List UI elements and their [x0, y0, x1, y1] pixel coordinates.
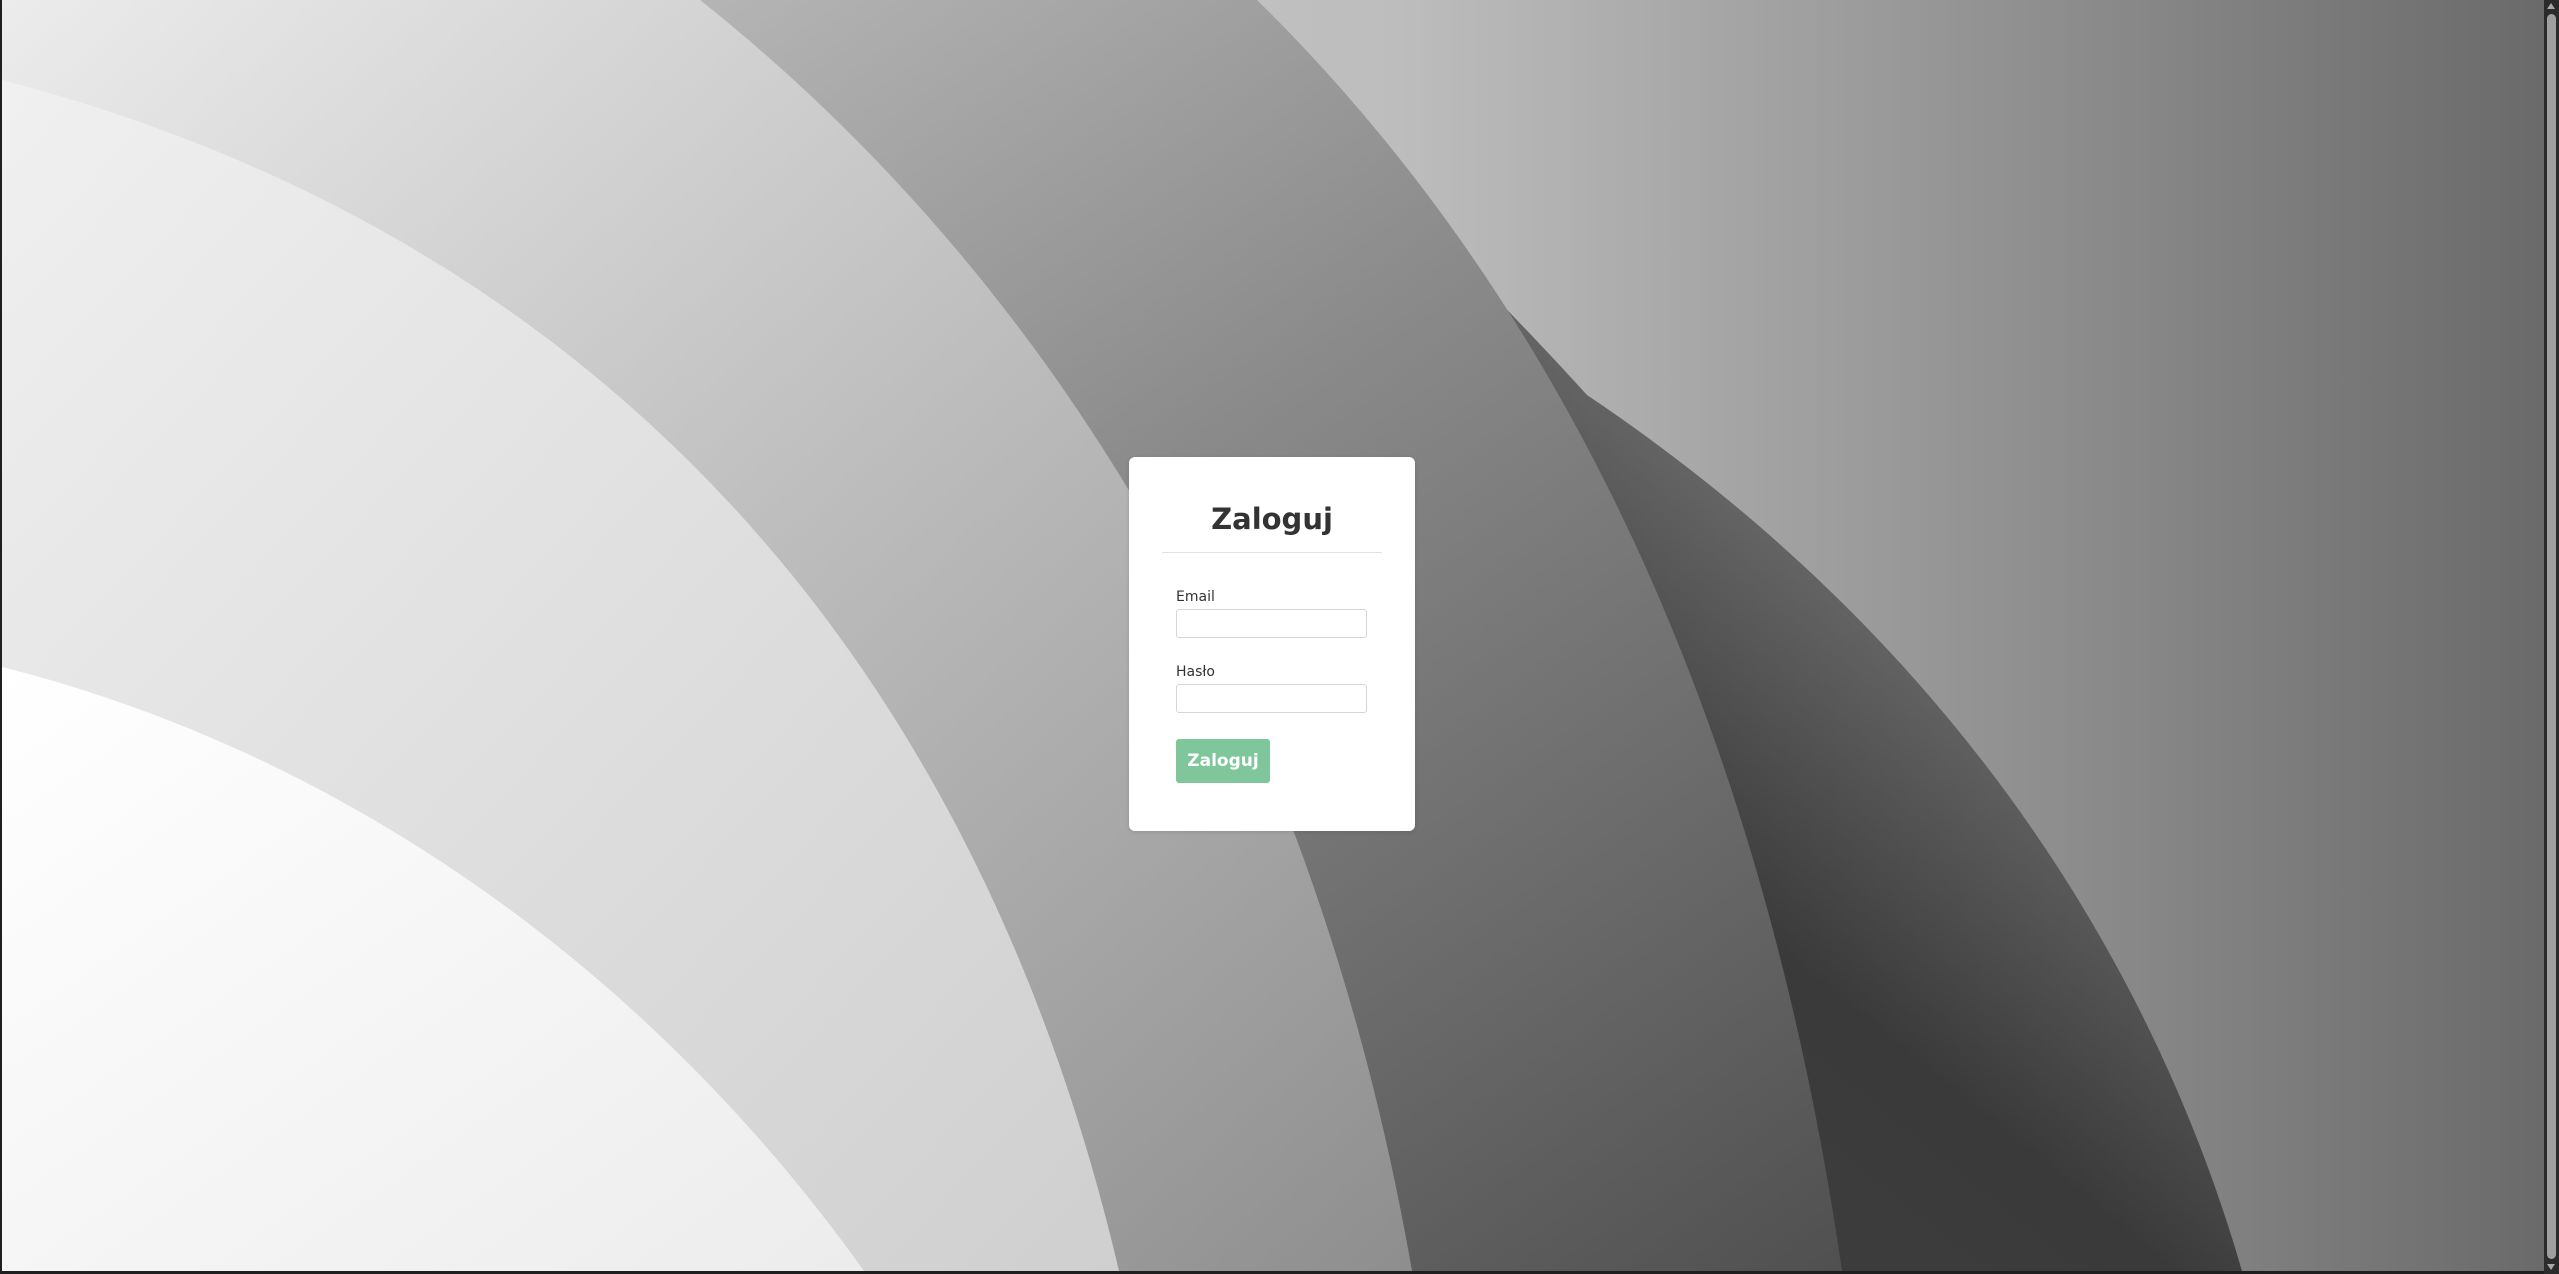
page-background: Zaloguj Email Hasło Zaloguj: [2, 0, 2544, 1271]
login-title: Zaloguj: [1211, 502, 1333, 536]
scrollbar-thumb[interactable]: [2547, 14, 2556, 1259]
email-field[interactable]: [1176, 609, 1367, 638]
scroll-down-icon[interactable]: [2547, 1264, 2555, 1270]
password-label: Hasło: [1176, 664, 1215, 680]
title-divider: [1162, 552, 1382, 553]
login-card: Zaloguj Email Hasło Zaloguj: [1129, 457, 1415, 831]
scroll-up-icon[interactable]: [2547, 3, 2555, 9]
password-field[interactable]: [1176, 684, 1367, 713]
vertical-scrollbar[interactable]: [2544, 0, 2559, 1274]
email-label: Email: [1176, 589, 1215, 605]
login-button[interactable]: Zaloguj: [1176, 739, 1270, 783]
